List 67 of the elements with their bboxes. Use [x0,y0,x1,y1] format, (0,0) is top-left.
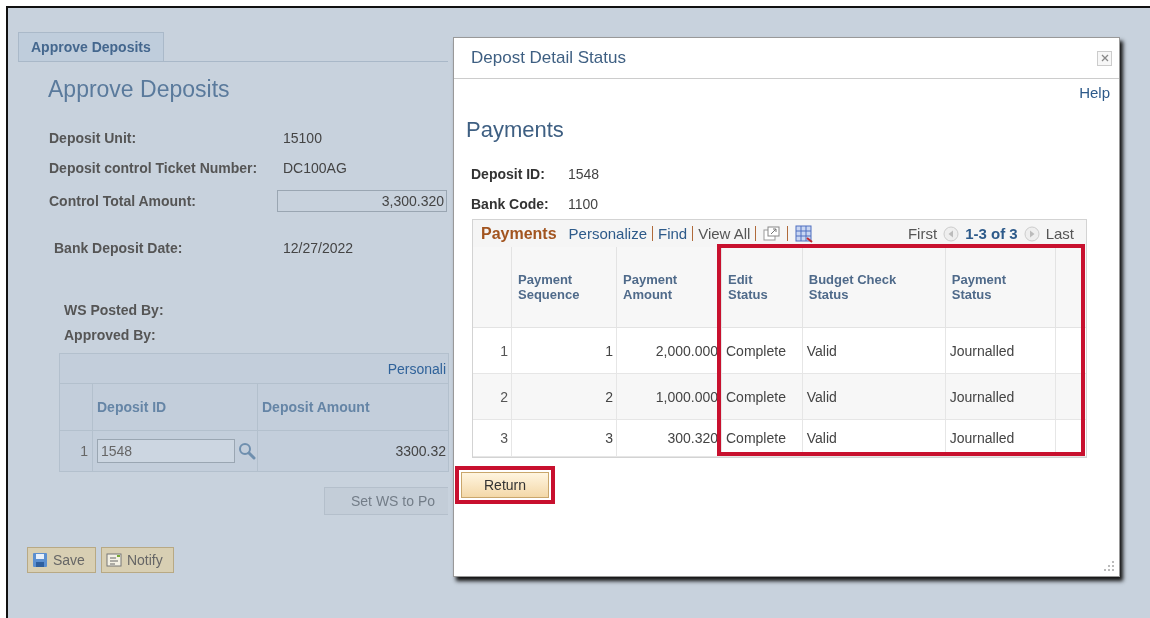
table-cell: Valid [802,419,946,457]
grid-link[interactable]: View All [698,225,751,242]
return-button[interactable]: Return [461,472,550,498]
search-icon [238,442,256,460]
last-link[interactable]: Last [1045,225,1074,242]
column-header: Payment Sequence [511,247,617,328]
deposit-id-field[interactable]: 1548 [97,439,235,463]
notify-button[interactable]: Notify [100,547,174,573]
spreadsheet-icon [795,224,814,243]
page-title: Approve Deposits [48,76,231,103]
row-number: 1 [473,327,512,374]
table-cell: Journalled [945,419,1056,457]
column-header: Budget Check Status [802,247,946,328]
column-header: Deposit ID [93,384,258,430]
field-value: DC100AG [283,160,348,176]
table-cell: Valid [802,327,946,374]
field-value: 15100 [283,130,323,146]
grid-link[interactable]: Personalize [568,225,647,242]
next-icon [1023,225,1040,242]
help-link[interactable]: Help [1079,84,1110,101]
field-label: Bank Code: [471,196,550,212]
section-heading: Payments [466,117,565,143]
table-cell: 2,000.000 [616,327,722,374]
table-cell: 300.320 [616,419,722,457]
field-label: Deposit control Ticket Number: [49,160,259,176]
field-label: Deposit Unit: [49,130,138,146]
field-value: 1100 [568,196,600,212]
column-header: Payment Status [945,247,1056,328]
table-cell-text: 3300.32 [394,442,447,461]
close-icon [1100,54,1109,62]
grid-link[interactable]: Find [658,225,688,242]
field-label: Control Total Amount: [49,193,197,209]
note-icon [105,552,122,568]
table-cell: 2 [511,373,617,420]
field-label: Bank Deposit Date: [53,239,184,256]
field-label: Approved By: [64,327,157,343]
page-range: 1-3 of 3 [965,225,1018,242]
column-header: Edit Status [721,247,803,328]
table-cell: Valid [802,373,946,420]
amount-field[interactable]: 3,300.320 [277,190,447,212]
table-cell: Journalled [945,373,1056,420]
table-cell: 1,000.000 [616,373,722,420]
table-cell: Complete [721,419,803,457]
column-header: Deposit Amount [261,398,371,417]
previous-icon [943,225,960,242]
dialog-title: Depost Detail Status [471,48,626,68]
grid-title: Payments [481,224,557,243]
first-link[interactable]: First [907,225,938,242]
table-cell: Complete [721,373,803,420]
toolbar-link[interactable]: Personali [387,360,448,377]
field-value: 12/27/2022 [283,239,355,256]
row-number: 2 [473,373,512,420]
page-tab[interactable]: Approve Deposits [18,32,164,61]
field-label: Deposit ID: [471,166,546,182]
resize-grip-icon [1104,561,1114,571]
field-label: WS Posted By: [64,302,165,318]
column-header: Payment Amount [616,247,722,328]
table-cell: 1 [511,327,617,374]
field-value: 1548 [568,166,601,182]
row-number: 1 [60,431,93,471]
row-number: 3 [473,419,512,457]
close-button[interactable] [1097,50,1112,66]
table-cell: 3 [511,419,617,457]
new-window-icon [763,226,781,241]
table-cell: Complete [721,327,803,374]
save-button[interactable]: Save [27,547,96,573]
table-cell: Journalled [945,327,1056,374]
